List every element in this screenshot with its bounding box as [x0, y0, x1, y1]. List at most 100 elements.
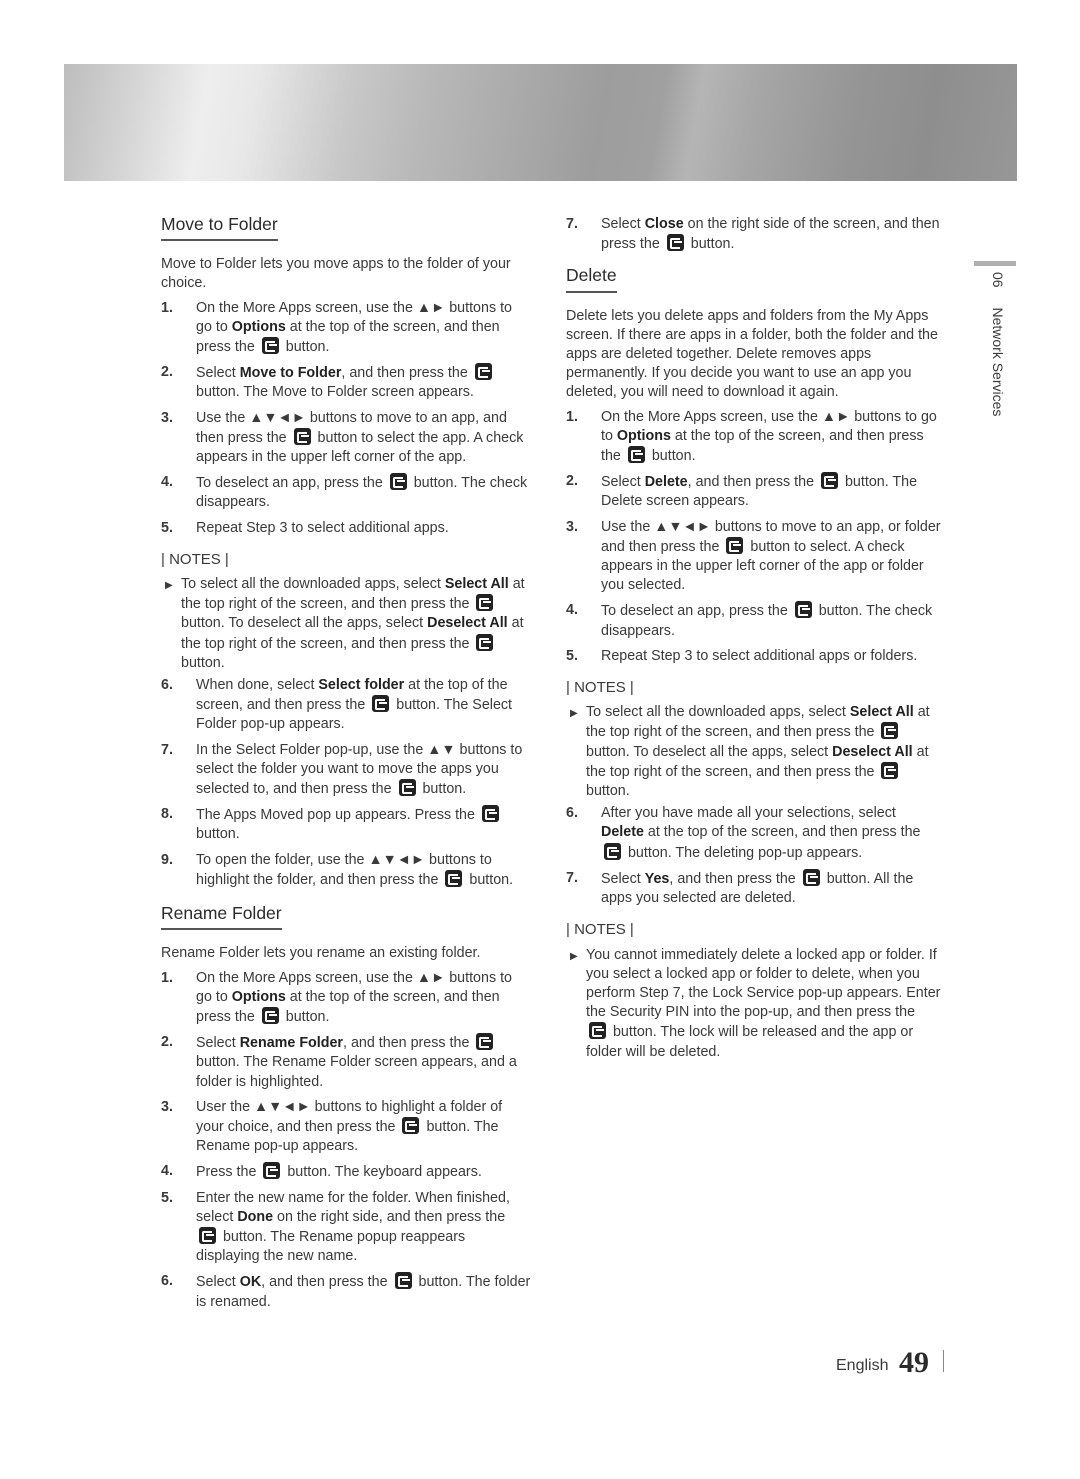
step-item: 3. User the ▲▼◄► buttons to highlight a f…: [161, 1098, 531, 1157]
step-number: 9.: [161, 851, 173, 868]
notes-list: ▶ To select all the downloaded apps, sele…: [161, 575, 531, 673]
step-text: Select Move to Folder, and then press th…: [196, 363, 495, 400]
chapter-number: 06: [990, 272, 1006, 288]
page-number: 49: [898, 1346, 929, 1379]
section-intro: Delete lets you delete apps and folders …: [566, 307, 938, 401]
notes-label: | NOTES |: [161, 550, 229, 568]
step-number: 2.: [161, 364, 173, 381]
footer-language: English: [836, 1357, 889, 1374]
section-heading: Delete: [566, 266, 617, 293]
enter-button-icon: [726, 536, 744, 554]
section-intro: Move to Folder lets you move apps to the…: [161, 256, 511, 292]
step-item: 6. Select OK, and then press the button. …: [161, 1272, 531, 1311]
step-item: 7. Select Close on the right side of the …: [566, 215, 941, 254]
notes-label: | NOTES |: [566, 679, 634, 697]
step-list: 1. On the More Apps screen, use the ▲► bu…: [566, 408, 941, 666]
notes-label: | NOTES |: [566, 921, 634, 939]
step-item: 6. When done, select Select folder at the…: [161, 676, 531, 735]
enter-button-icon: [474, 363, 492, 381]
step-list: 1. On the More Apps screen, use the ▲► bu…: [161, 969, 531, 1312]
step-item: 5. Repeat Step 3 to select additional app…: [566, 647, 941, 666]
note-text: To select all the downloaded apps, selec…: [586, 704, 930, 800]
step-text: On the More Apps screen, use the ▲► butt…: [196, 969, 512, 1025]
triangle-right-icon: ▶: [165, 580, 173, 592]
step-text: Select Delete, and then press the button…: [601, 472, 918, 510]
step-item: 2. Select Move to Folder, and then press …: [161, 363, 531, 402]
step-text: On the More Apps screen, use the ▲► butt…: [601, 408, 937, 465]
step-number: 6.: [566, 805, 578, 822]
enter-button-icon: [394, 1272, 412, 1290]
step-number: 4.: [566, 602, 578, 619]
note-text: To select all the downloaded apps, selec…: [181, 576, 525, 671]
left-column: Move to Folder Move to Folder lets you m…: [161, 214, 531, 1318]
step-item: 1. On the More Apps screen, use the ▲► bu…: [161, 969, 531, 1028]
step-number: 3.: [566, 518, 578, 535]
notes-list: ▶ To select all the downloaded apps, sele…: [566, 703, 941, 801]
step-item: 2. Select Rename Folder, and then press t…: [161, 1033, 531, 1092]
step-item: 9. To open the folder, use the ▲▼◄► butto…: [161, 851, 531, 890]
step-text: Select Rename Folder, and then press the…: [196, 1033, 517, 1090]
footer-divider: [943, 1350, 945, 1372]
enter-button-icon: [372, 695, 390, 713]
step-text: Enter the new name for the folder. When …: [196, 1189, 510, 1265]
step-list: 1. On the More Apps screen, use the ▲► bu…: [161, 299, 531, 538]
step-item: 4. To deselect an app, press the button. …: [566, 601, 941, 640]
step-item: 5. Enter the new name for the folder. Whe…: [161, 1189, 531, 1267]
chapter-tab: 06 Network Services: [990, 272, 1006, 416]
step-number: 7.: [161, 741, 173, 758]
step-number: 6.: [161, 677, 173, 694]
step-text: To deselect an app, press the button. Th…: [601, 601, 933, 639]
step-text: Select OK, and then press the button. Th…: [196, 1272, 531, 1310]
enter-button-icon: [261, 337, 279, 355]
step-text: To deselect an app, press the button. Th…: [196, 473, 528, 511]
step-list: 6. When done, select Select folder at the…: [161, 676, 531, 890]
rename-folder-section: Rename Folder Rename Folder lets you ren…: [161, 903, 531, 1312]
step-item: 8. The Apps Moved pop up appears. Press t…: [161, 805, 531, 844]
step-item: 2. Select Delete, and then press the butt…: [566, 472, 941, 511]
chapter-tab-bar: [974, 261, 1016, 266]
enter-button-icon: [604, 842, 621, 860]
step-text: The Apps Moved pop up appears. Press the…: [196, 805, 502, 842]
step-item: 7. In the Select Folder pop-up, use the ▲…: [161, 741, 531, 800]
step-number: 1.: [161, 969, 173, 986]
step-number: 3.: [161, 1098, 173, 1115]
step-number: 3.: [161, 409, 173, 426]
step-text: User the ▲▼◄► buttons to highlight a fol…: [196, 1098, 503, 1155]
step-number: 2.: [566, 473, 578, 490]
triangle-right-icon: ▶: [570, 950, 578, 962]
step-list: 7. Select Close on the right side of the …: [566, 215, 941, 254]
step-list: 6. After you have made all your selection…: [566, 804, 941, 908]
step-text: Use the ▲▼◄► buttons to move to an app, …: [601, 518, 941, 594]
enter-button-icon: [476, 1033, 494, 1051]
step-item: 5. Repeat Step 3 to select additional app…: [161, 519, 531, 538]
step-number: 7.: [566, 869, 578, 886]
notes-list: ▶ You cannot immediately delete a locked …: [566, 946, 941, 1062]
enter-button-icon: [293, 427, 311, 445]
enter-button-icon: [398, 779, 416, 797]
step-text: In the Select Folder pop-up, use the ▲▼ …: [196, 741, 523, 798]
step-text: After you have made all your selections,…: [601, 805, 921, 861]
step-text: Select Yes, and then press the button. A…: [601, 868, 914, 907]
section-intro: Rename Folder lets you rename an existin…: [161, 945, 481, 962]
delete-section: Delete Delete lets you delete apps and f…: [566, 266, 941, 1061]
step-text: Press the button. The keyboard appears.: [196, 1162, 482, 1181]
step-text: Use the ▲▼◄► buttons to move to an app, …: [196, 409, 524, 466]
enter-button-icon: [261, 1006, 279, 1024]
triangle-right-icon: ▶: [570, 708, 578, 720]
step-text: On the More Apps screen, use the ▲► butt…: [196, 299, 512, 356]
step-number: 2.: [161, 1034, 173, 1051]
step-number: 4.: [161, 1163, 173, 1180]
step-number: 4.: [161, 474, 173, 491]
enter-button-icon: [389, 473, 407, 491]
step-item: 6. After you have made all your selection…: [566, 804, 941, 863]
right-column: 7. Select Close on the right side of the …: [566, 215, 941, 1065]
step-number: 6.: [161, 1273, 173, 1290]
enter-button-icon: [666, 234, 684, 252]
move-to-folder-section: Move to Folder Move to Folder lets you m…: [161, 214, 531, 890]
enter-button-icon: [881, 761, 899, 779]
note-item: ▶ To select all the downloaded apps, sele…: [566, 703, 941, 801]
chapter-title: Network Services: [990, 307, 1006, 417]
section-heading: Move to Folder: [161, 214, 278, 242]
step-text: Repeat Step 3 to select additional apps.: [196, 519, 449, 536]
step-item: 1. On the More Apps screen, use the ▲► bu…: [566, 408, 941, 467]
